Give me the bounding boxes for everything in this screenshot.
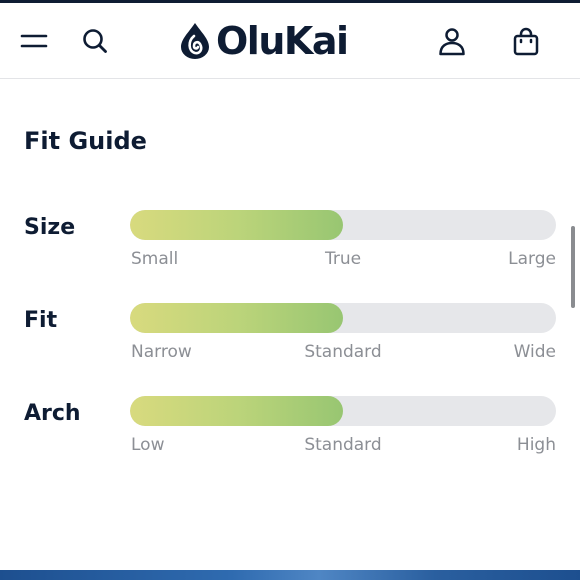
drop-logo-icon: [181, 23, 209, 59]
page-scrollbar[interactable]: [571, 226, 575, 308]
scale-high-label: Wide: [513, 342, 556, 362]
user-account-icon[interactable]: [437, 26, 467, 56]
brand-name: OluKai: [216, 19, 349, 63]
fit-meter-track: [130, 210, 556, 240]
fit-meter-fill: [130, 303, 343, 333]
shopping-bag-icon[interactable]: [512, 26, 540, 56]
scale-low-label: Narrow: [131, 342, 192, 362]
fit-row-arch: Arch Low Standard High: [0, 396, 580, 466]
fit-meter-track: [130, 396, 556, 426]
fit-meter-fill: [130, 210, 343, 240]
fit-row-label: Arch: [24, 401, 81, 426]
fit-meter-fill: [130, 396, 343, 426]
site-header: OluKai: [0, 3, 580, 79]
search-icon[interactable]: [81, 27, 109, 55]
scale-high-label: High: [516, 435, 556, 455]
scale-low-label: Low: [131, 435, 165, 455]
fit-row-fit: Fit Narrow Standard Wide: [0, 303, 580, 373]
fit-row-size: Size Small True Large: [0, 210, 580, 280]
scale-mid-label: True: [324, 249, 362, 269]
fit-guide-title: Fit Guide: [24, 127, 147, 155]
hamburger-menu-icon[interactable]: [20, 27, 48, 55]
scale-high-label: Large: [508, 249, 556, 269]
fit-meter-track: [130, 303, 556, 333]
hero-image-strip: [0, 570, 580, 580]
olukai-logo[interactable]: OluKai: [180, 19, 349, 63]
scale-mid-label: Standard: [304, 342, 382, 362]
fit-row-label: Fit: [24, 308, 58, 333]
scale-low-label: Small: [131, 249, 179, 269]
scale-mid-label: Standard: [304, 435, 382, 455]
fit-row-label: Size: [24, 215, 76, 240]
